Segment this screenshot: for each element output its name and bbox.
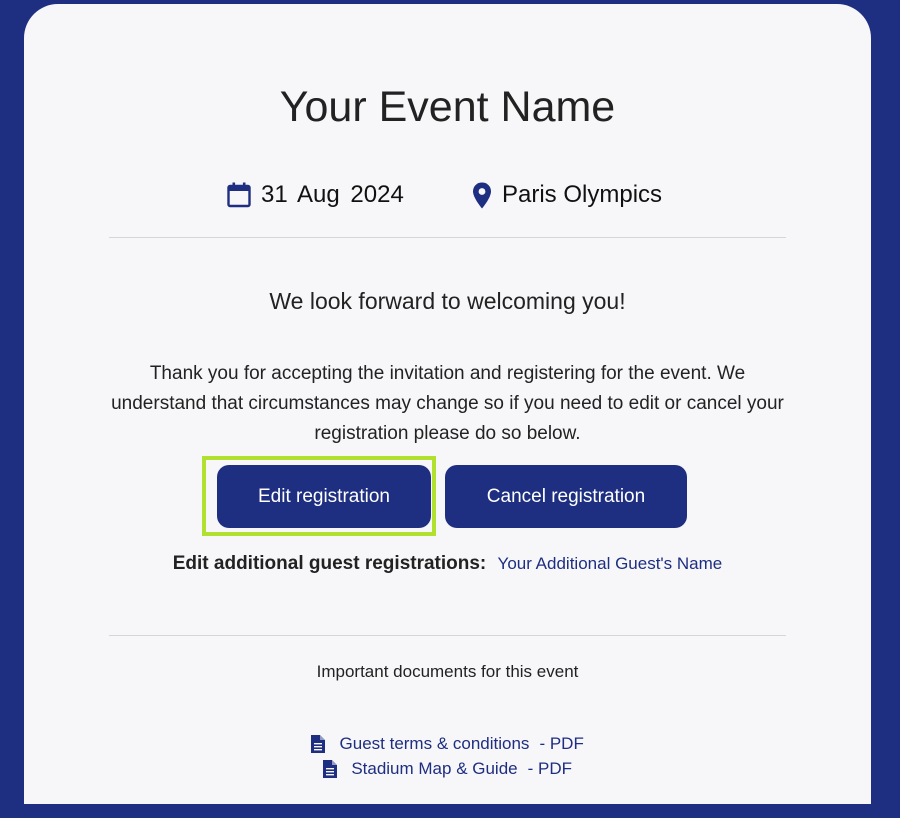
event-date-text: 31 Aug 2024 [261,181,404,208]
additional-guests: Edit additional guest registrations: You… [24,553,871,575]
cancel-registration-button[interactable]: Cancel registration [445,465,687,528]
guest-link[interactable]: Your Additional Guest's Name [498,554,723,573]
event-card: Your Event Name 31 Aug 2024 Paris Olympi… [24,4,871,804]
calendar-icon [227,182,251,208]
file-icon [322,720,351,818]
event-date: 31 Aug 2024 [227,181,404,209]
event-location: Paris Olympics [472,181,662,209]
documents-title: Important documents for this event [316,662,579,681]
event-title: Your Event Name [279,83,616,131]
divider [109,635,786,636]
document-format: - PDF [527,759,573,778]
additional-guests-label: Edit additional guest registrations: [172,553,487,574]
divider [109,237,786,238]
event-location-text: Paris Olympics [502,181,663,208]
edit-registration-button[interactable]: Edit registration [217,465,431,528]
registration-message: Thank you for accepting the invitation a… [111,363,784,444]
document-item: Stadium Map & Guide - PDF [24,720,871,818]
map-pin-icon [472,182,492,209]
event-meta: 31 Aug 2024 Paris Olympics [24,181,871,213]
welcome-heading: We look forward to welcoming you! [269,288,626,314]
document-link[interactable]: Stadium Map & Guide [351,759,517,779]
